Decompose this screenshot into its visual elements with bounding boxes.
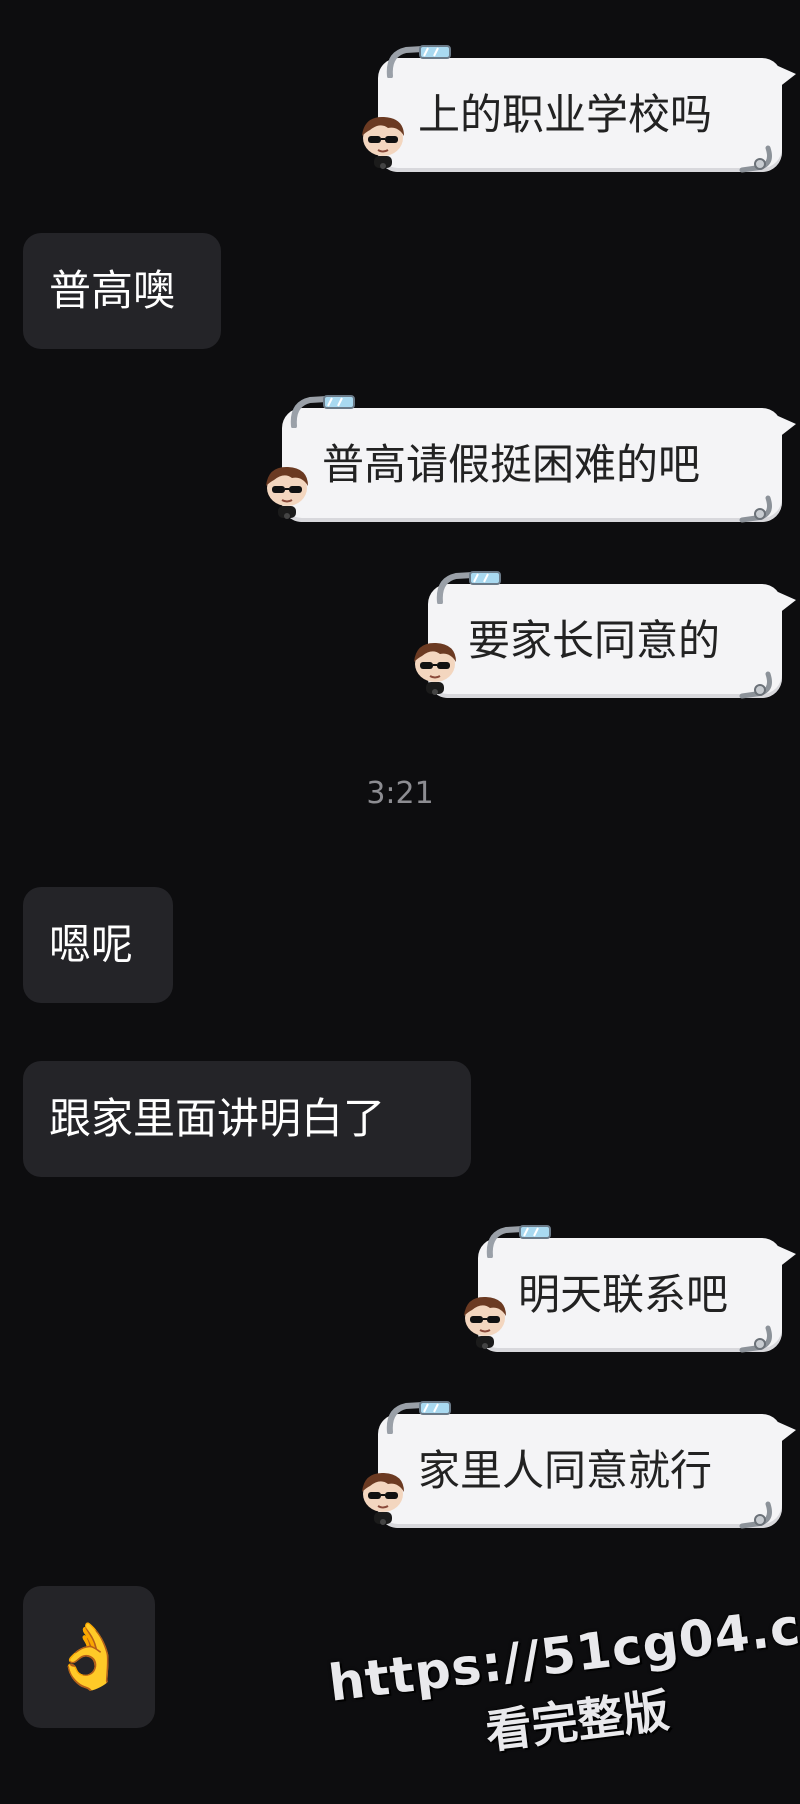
user-avatar[interactable] [262, 464, 312, 522]
incoming-message[interactable]: 嗯呢 [23, 887, 173, 1003]
message-text: 嗯呢 [49, 920, 134, 969]
message-text: 家里人同意就行 [418, 1446, 713, 1495]
message-text: 跟家里面讲明白了 [49, 1094, 386, 1143]
bubble-frame-decoration-icon [288, 394, 358, 428]
bubble-frame-decoration-icon [384, 1400, 454, 1434]
incoming-message[interactable]: 普高噢 [23, 233, 221, 349]
bubble-corner-decoration-icon [738, 1324, 778, 1354]
outgoing-message[interactable]: 要家长同意的 [428, 584, 796, 700]
user-avatar[interactable] [410, 640, 460, 698]
user-avatar[interactable] [358, 114, 408, 172]
message-text: 明天联系吧 [518, 1270, 729, 1319]
bubble-tail [778, 1246, 796, 1268]
bubble-tail [778, 66, 796, 88]
message-text: 普高噢 [49, 266, 176, 315]
outgoing-message[interactable]: 普高请假挺困难的吧 [282, 408, 796, 524]
message-text: 普高请假挺困难的吧 [322, 440, 701, 489]
message-text: 上的职业学校吗 [418, 90, 713, 139]
user-avatar[interactable] [358, 1470, 408, 1528]
outgoing-message[interactable]: 家里人同意就行 [378, 1414, 796, 1530]
bubble-frame-decoration-icon [384, 44, 454, 78]
ok-hand-emoji: 👌 [49, 1620, 129, 1694]
watermark: https://51cg04.cc 看完整版 [326, 1594, 800, 1804]
bubble-corner-decoration-icon [738, 144, 778, 174]
bubble-frame-decoration-icon [484, 1224, 554, 1258]
incoming-message[interactable]: 跟家里面讲明白了 [23, 1061, 471, 1177]
timestamp: 3:21 [366, 776, 434, 811]
user-avatar[interactable] [460, 1294, 510, 1352]
bubble-corner-decoration-icon [738, 494, 778, 524]
incoming-message[interactable]: 👌 [23, 1586, 155, 1728]
message-text: 要家长同意的 [468, 616, 721, 665]
bubble-tail [778, 1422, 796, 1444]
outgoing-message[interactable]: 上的职业学校吗 [378, 58, 796, 174]
bubble-corner-decoration-icon [738, 1500, 778, 1530]
bubble-frame-decoration-icon [434, 570, 504, 604]
bubble-corner-decoration-icon [738, 670, 778, 700]
bubble-tail [778, 592, 796, 614]
outgoing-message[interactable]: 明天联系吧 [478, 1238, 796, 1354]
bubble-tail [778, 416, 796, 438]
